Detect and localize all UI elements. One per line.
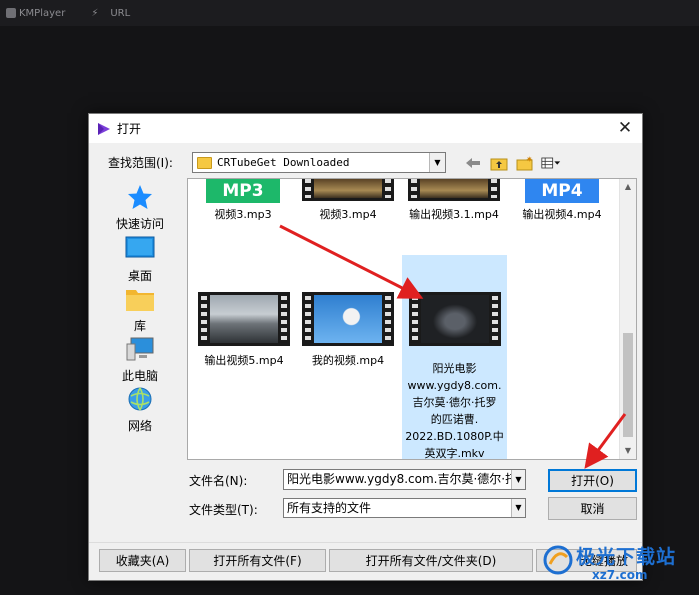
this-pc-icon xyxy=(125,334,155,364)
place-label: 快速访问 xyxy=(115,217,164,231)
watermark-logo-icon xyxy=(543,545,573,575)
navigation-toolbar: ✷ xyxy=(463,154,561,172)
file-name: 输出视频5.mp4 xyxy=(204,354,284,367)
file-list[interactable]: MP3 视频3.mp3 视频3.mp4 输出视频3.1.mp4 MP4 输出视频… xyxy=(187,178,637,460)
desktop-icon xyxy=(125,234,155,264)
file-name-line: www.ygdy8.com. xyxy=(407,379,502,392)
view-menu-icon[interactable] xyxy=(541,154,561,172)
place-network[interactable]: 网络 xyxy=(99,384,181,434)
place-quick-access[interactable]: 快速访问 xyxy=(99,182,181,232)
watermark-sub: xz7.com xyxy=(592,568,648,582)
file-name-line: 英双字.mkv xyxy=(424,447,485,460)
file-item[interactable]: MP4 输出视频4.mp4 xyxy=(510,179,614,229)
watermark-text: 极光下载站 xyxy=(576,546,677,568)
new-folder-icon[interactable]: ✷ xyxy=(515,154,535,172)
network-globe-icon xyxy=(125,384,155,414)
scroll-up-arrow-icon[interactable]: ▲ xyxy=(620,179,636,195)
filetype-value: 所有支持的文件 xyxy=(287,501,372,515)
place-label: 网络 xyxy=(127,419,152,433)
file-name-line: 阳光电影 xyxy=(432,362,477,375)
scroll-down-arrow-icon[interactable]: ▼ xyxy=(620,443,636,459)
mp3-file-icon: MP3 xyxy=(206,179,280,203)
dialog-title: 打开 xyxy=(117,122,142,136)
filename-label: 文件名(N): xyxy=(189,474,248,488)
file-name-multiline: 阳光电影 www.ygdy8.com. 吉尔莫·德尔·托罗 的匹诺曹. 2022… xyxy=(402,362,507,460)
library-folder-icon xyxy=(125,284,155,314)
favorites-button[interactable]: 收藏夹(A) xyxy=(99,549,186,572)
lookin-combobox[interactable]: CRTubeGet Downloaded ▼ xyxy=(192,152,446,173)
video-thumbnail xyxy=(302,179,394,201)
close-icon[interactable]: ✕ xyxy=(616,119,634,137)
place-label: 此电脑 xyxy=(121,369,158,383)
chevron-down-icon[interactable]: ▼ xyxy=(511,470,525,489)
filename-combobox[interactable]: 阳光电影www.ygdy8.com.吉尔莫·德尔·托 ▼ xyxy=(283,469,526,490)
lookin-value: CRTubeGet Downloaded xyxy=(217,156,350,169)
lightning-icon[interactable]: ⚡ xyxy=(91,8,98,19)
folder-icon xyxy=(197,156,212,169)
place-label: 桌面 xyxy=(127,269,152,283)
kmplayer-logo-text: KMPlayer xyxy=(19,7,66,19)
watermark: 极光下载站 xz7.com xyxy=(540,540,696,590)
file-item-selected[interactable]: 阳光电影 www.ygdy8.com. 吉尔莫·德尔·托罗 的匹诺曹. 2022… xyxy=(402,255,507,460)
file-name-line: 吉尔莫·德尔·托罗 xyxy=(412,396,497,409)
file-name-line: 2022.BD.1080P.中 xyxy=(405,430,504,443)
up-folder-icon[interactable] xyxy=(489,154,509,172)
open-all-files-folders-button[interactable]: 打开所有文件/文件夹(D) xyxy=(329,549,533,572)
file-name: 我的视频.mp4 xyxy=(311,354,385,367)
kmplayer-app-icon xyxy=(98,122,110,135)
filetype-select[interactable]: 所有支持的文件 ▼ xyxy=(283,498,526,518)
kmplayer-logo-icon xyxy=(6,8,16,18)
file-name: 输出视频4.mp4 xyxy=(522,208,602,221)
quick-access-star-icon xyxy=(125,182,155,212)
file-name: 视频3.mp3 xyxy=(214,208,272,221)
file-item[interactable]: 输出视频5.mp4 xyxy=(192,292,296,372)
file-item[interactable]: 视频3.mp4 xyxy=(298,179,398,229)
video-thumbnail xyxy=(408,292,501,346)
filetype-label: 文件类型(T): xyxy=(189,503,258,517)
url-button[interactable]: URL xyxy=(110,8,130,19)
place-desktop[interactable]: 桌面 xyxy=(99,234,181,284)
filename-value: 阳光电影www.ygdy8.com.吉尔莫·德尔·托 xyxy=(287,472,518,486)
scrollbar-thumb[interactable] xyxy=(623,333,633,437)
lookin-label: 查找范围(I): xyxy=(108,156,173,170)
kmplayer-top-bar: KMPlayer ⚡ URL xyxy=(0,0,699,26)
open-dialog: 打开 ✕ 查找范围(I): CRTubeGet Downloaded ▼ ✷ 快… xyxy=(88,113,643,581)
kmplayer-logo[interactable]: KMPlayer xyxy=(6,8,65,19)
file-item[interactable]: 输出视频3.1.mp4 xyxy=(402,179,506,229)
vertical-scrollbar[interactable]: ▲ ▼ xyxy=(619,179,636,459)
open-button[interactable]: 打开(O) xyxy=(548,469,637,492)
file-name: 视频3.mp4 xyxy=(319,208,377,221)
dialog-titlebar: 打开 ✕ xyxy=(89,114,642,143)
cancel-button[interactable]: 取消 xyxy=(548,497,637,520)
file-name-line: 的匹诺曹. xyxy=(430,413,479,426)
video-thumbnail xyxy=(198,292,290,346)
file-name: 输出视频3.1.mp4 xyxy=(409,208,499,221)
file-item[interactable]: 我的视频.mp4 xyxy=(298,292,398,372)
video-thumbnail xyxy=(302,292,394,346)
video-thumbnail xyxy=(408,179,500,201)
open-all-files-button[interactable]: 打开所有文件(F) xyxy=(189,549,326,572)
svg-text:✷: ✷ xyxy=(526,156,533,164)
places-bar: 快速访问 桌面 库 此电脑 网络 xyxy=(99,180,181,460)
chevron-down-icon[interactable]: ▼ xyxy=(429,153,445,172)
place-label: 库 xyxy=(133,319,146,333)
place-library[interactable]: 库 xyxy=(99,284,181,334)
back-arrow-icon[interactable] xyxy=(463,154,483,172)
file-item[interactable]: MP3 视频3.mp3 xyxy=(198,179,288,229)
place-this-pc[interactable]: 此电脑 xyxy=(99,334,181,384)
mp4-file-icon: MP4 xyxy=(525,179,599,203)
chevron-down-icon[interactable]: ▼ xyxy=(511,499,525,517)
